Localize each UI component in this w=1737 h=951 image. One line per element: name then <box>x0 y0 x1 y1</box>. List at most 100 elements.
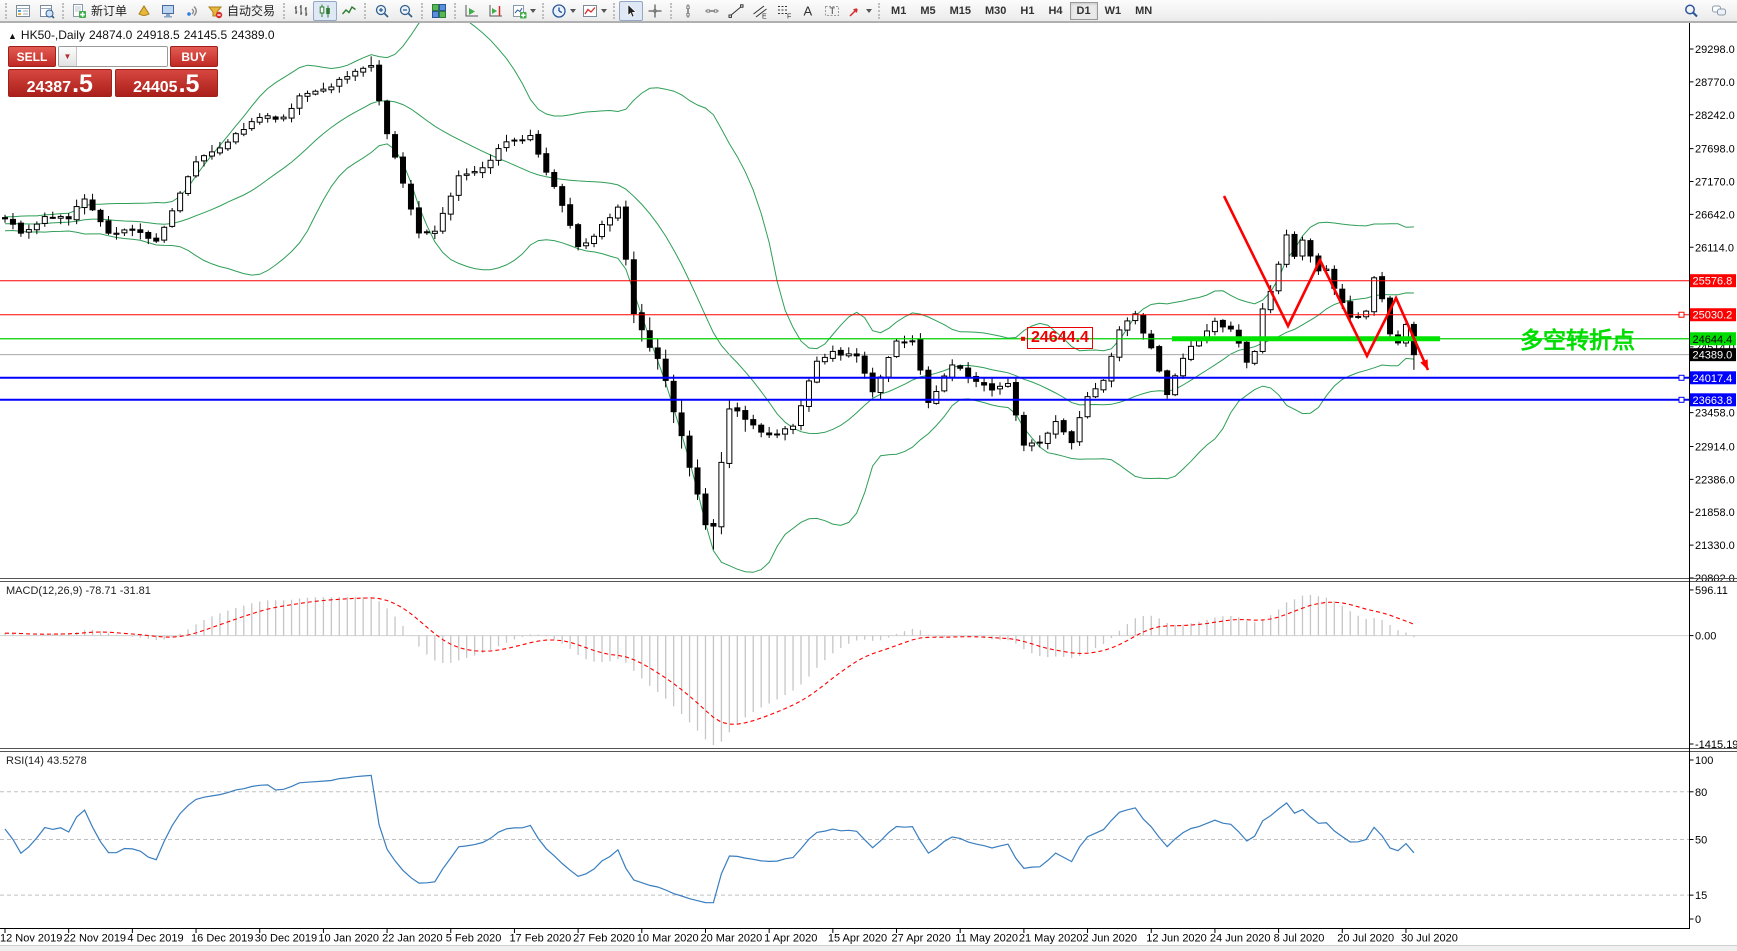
candle-body <box>1252 352 1257 364</box>
crosshair-button[interactable] <box>643 1 667 21</box>
arrow-objects-button[interactable] <box>844 1 875 21</box>
expert-advisors-button[interactable] <box>132 1 156 21</box>
auto-scroll-button[interactable] <box>460 1 484 21</box>
timeframe-m30-button[interactable]: M30 <box>978 2 1013 20</box>
candle-body <box>1013 383 1018 415</box>
equidistant-channel-button[interactable]: E <box>748 1 772 21</box>
chart-shift-button[interactable] <box>484 1 508 21</box>
candle-body <box>26 230 31 233</box>
zoom-in-icon <box>374 3 390 19</box>
metaeditor-button[interactable] <box>156 1 180 21</box>
macd-panel[interactable] <box>0 595 1689 745</box>
line-anchor[interactable] <box>1679 312 1684 317</box>
timeframe-mn-button[interactable]: MN <box>1128 2 1159 20</box>
timeframe-h1-button[interactable]: H1 <box>1013 2 1041 20</box>
candlestick-chart-button[interactable] <box>313 1 337 21</box>
candle-body <box>138 230 143 233</box>
volume-decrease-button[interactable]: ▼ <box>59 47 77 66</box>
candle-body <box>440 213 445 231</box>
macd-scale-label: -1415.19 <box>1695 739 1737 751</box>
market-watch-button[interactable] <box>11 1 35 21</box>
dropdown-caret-icon[interactable] <box>530 9 536 13</box>
candle-body <box>186 177 191 194</box>
vertical-line-button[interactable] <box>676 1 700 21</box>
bar-chart-button[interactable] <box>289 1 313 21</box>
cursor-button[interactable] <box>619 1 643 21</box>
timeframe-d1-button[interactable]: D1 <box>1070 2 1098 20</box>
candle-body <box>345 77 350 80</box>
candle-body <box>1292 234 1297 256</box>
templates-button[interactable] <box>579 1 610 21</box>
pivot-label-anchor[interactable] <box>1021 337 1025 341</box>
dropdown-caret-icon[interactable] <box>601 9 607 13</box>
new-chart-button[interactable] <box>508 1 539 21</box>
candle-body <box>353 71 358 76</box>
sell-button[interactable]: SELL <box>8 46 56 67</box>
text-button[interactable]: A <box>796 1 820 21</box>
chart-canvas[interactable]: 29298.028770.028242.027698.027170.026642… <box>0 0 1737 951</box>
bar-chart-icon <box>293 3 309 19</box>
candle-body <box>854 354 859 356</box>
horizontal-line-button[interactable] <box>700 1 724 21</box>
auto-scroll-icon <box>464 3 480 19</box>
timeframe-h4-button[interactable]: H4 <box>1041 2 1069 20</box>
sell-price-dec: .5 <box>72 72 93 96</box>
toolbar-group-grip <box>878 3 880 19</box>
date-tick-label: 10 Jan 2020 <box>318 933 379 945</box>
candle-body <box>1181 358 1186 375</box>
date-tick-label: 30 Jul 2020 <box>1401 933 1458 945</box>
price-axis[interactable]: 29298.028770.028242.027698.027170.026642… <box>1690 44 1737 926</box>
signals-button[interactable] <box>180 1 204 21</box>
candle-body <box>687 436 692 467</box>
date-axis[interactable]: 12 Nov 201922 Nov 20194 Dec 201916 Dec 2… <box>0 929 1458 945</box>
trendline-button[interactable] <box>724 1 748 21</box>
text-label-button[interactable]: T <box>820 1 844 21</box>
one-click-collapse-icon[interactable]: ▲ <box>8 31 17 41</box>
data-window-button[interactable] <box>35 1 59 21</box>
candle-body <box>1101 380 1106 390</box>
dropdown-caret-icon[interactable] <box>866 9 872 13</box>
timeframe-m1-button[interactable]: M1 <box>884 2 913 20</box>
chat-button[interactable] <box>1707 1 1731 21</box>
pivot-price-label[interactable]: 24644.4 <box>1027 327 1093 349</box>
line-chart-button[interactable] <box>337 1 361 21</box>
date-tick-label: 2 Jun 2020 <box>1083 933 1137 945</box>
date-tick-label: 5 Feb 2020 <box>446 933 502 945</box>
sell-price[interactable]: 24387 .5 <box>8 69 112 97</box>
macd-histogram <box>5 595 1414 745</box>
volume-input[interactable] <box>77 47 168 66</box>
tile-windows-button[interactable] <box>427 1 451 21</box>
date-tick-label: 20 Mar 2020 <box>700 933 762 945</box>
search-button[interactable] <box>1679 1 1703 21</box>
dropdown-caret-icon[interactable] <box>570 9 576 13</box>
line-anchor[interactable] <box>1679 375 1684 380</box>
candle-body <box>122 230 127 233</box>
level-label-25030.2-text: 25030.2 <box>1693 310 1733 322</box>
timeframe-m5-button[interactable]: M5 <box>913 2 942 20</box>
candle-body <box>58 216 63 218</box>
candle-body <box>313 91 318 94</box>
trend-arrowhead <box>1420 359 1428 370</box>
timeframe-m15-button[interactable]: M15 <box>943 2 978 20</box>
autotrade-button[interactable]: 自动交易 <box>204 1 280 21</box>
price-tick-label: 21330.0 <box>1695 540 1735 552</box>
candle-body <box>926 370 931 402</box>
timeframe-w1-button[interactable]: W1 <box>1098 2 1129 20</box>
main-chart-panel[interactable] <box>0 10 1689 573</box>
date-tick-label: 15 Apr 2020 <box>828 933 887 945</box>
candle-body <box>321 89 326 91</box>
periods-clock-button[interactable] <box>548 1 579 21</box>
candle-body <box>822 357 827 361</box>
candle-body <box>623 207 628 259</box>
new-order-button[interactable]: 新订单 <box>68 1 132 21</box>
candle-body <box>1029 443 1034 446</box>
toolbar-group-grip <box>62 3 64 19</box>
line-anchor[interactable] <box>1679 397 1684 402</box>
fibonacci-button[interactable]: F <box>772 1 796 21</box>
pivot-annotation-text[interactable]: 多空转折点 <box>1520 321 1635 355</box>
candle-body <box>1125 321 1130 330</box>
buy-price[interactable]: 24405 .5 <box>115 69 219 97</box>
zoom-out-button[interactable] <box>394 1 418 21</box>
zoom-in-button[interactable] <box>370 1 394 21</box>
buy-button[interactable]: BUY <box>170 46 218 67</box>
